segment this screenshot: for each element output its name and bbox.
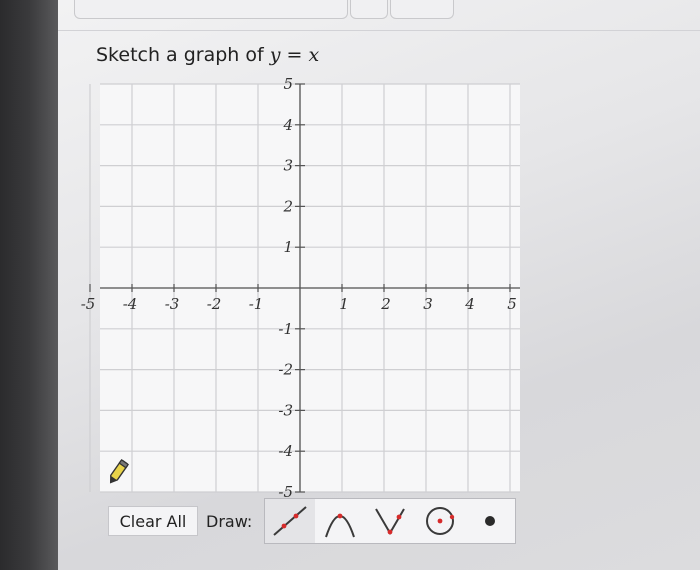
circle-tool-icon[interactable] xyxy=(415,499,465,543)
y-tick-label: -4 xyxy=(278,442,293,460)
x-tick-label: 3 xyxy=(423,295,433,313)
x-tick-label: -5 xyxy=(81,295,96,313)
x-tick-label: 1 xyxy=(339,295,349,313)
graph-canvas[interactable]: -5 -4 -3 -2 -1 1 2 3 4 5 54321-1-2-3-4-5 xyxy=(0,0,700,570)
y-tick-label: -2 xyxy=(278,361,293,379)
draw-label: Draw: xyxy=(206,511,253,531)
y-tick-label: -1 xyxy=(278,320,293,338)
x-tick-label: -2 xyxy=(207,295,222,313)
x-tick-label: -3 xyxy=(165,295,180,313)
line-tool-icon[interactable] xyxy=(265,499,315,543)
draw-toolbar: Clear All Draw: xyxy=(108,498,516,544)
y-tick-label: 3 xyxy=(283,157,293,175)
y-tick-label: 4 xyxy=(282,116,293,134)
point-tool-icon[interactable] xyxy=(465,499,515,543)
x-tick-label: 4 xyxy=(464,295,475,313)
x-tick-label: -4 xyxy=(123,295,138,313)
x-tick-label: 2 xyxy=(380,295,391,313)
y-tick-label: 5 xyxy=(283,75,293,93)
clear-all-button[interactable]: Clear All xyxy=(108,506,198,536)
y-tick-label: 1 xyxy=(283,238,293,256)
x-tick-label: -1 xyxy=(249,295,264,313)
absolute-value-tool-icon[interactable] xyxy=(365,499,415,543)
y-tick-label: -3 xyxy=(278,401,293,419)
y-tick-label: 2 xyxy=(282,197,293,215)
x-tick-label: 5 xyxy=(507,295,517,313)
parabola-tool-icon[interactable] xyxy=(315,499,365,543)
draw-tools xyxy=(264,498,516,544)
